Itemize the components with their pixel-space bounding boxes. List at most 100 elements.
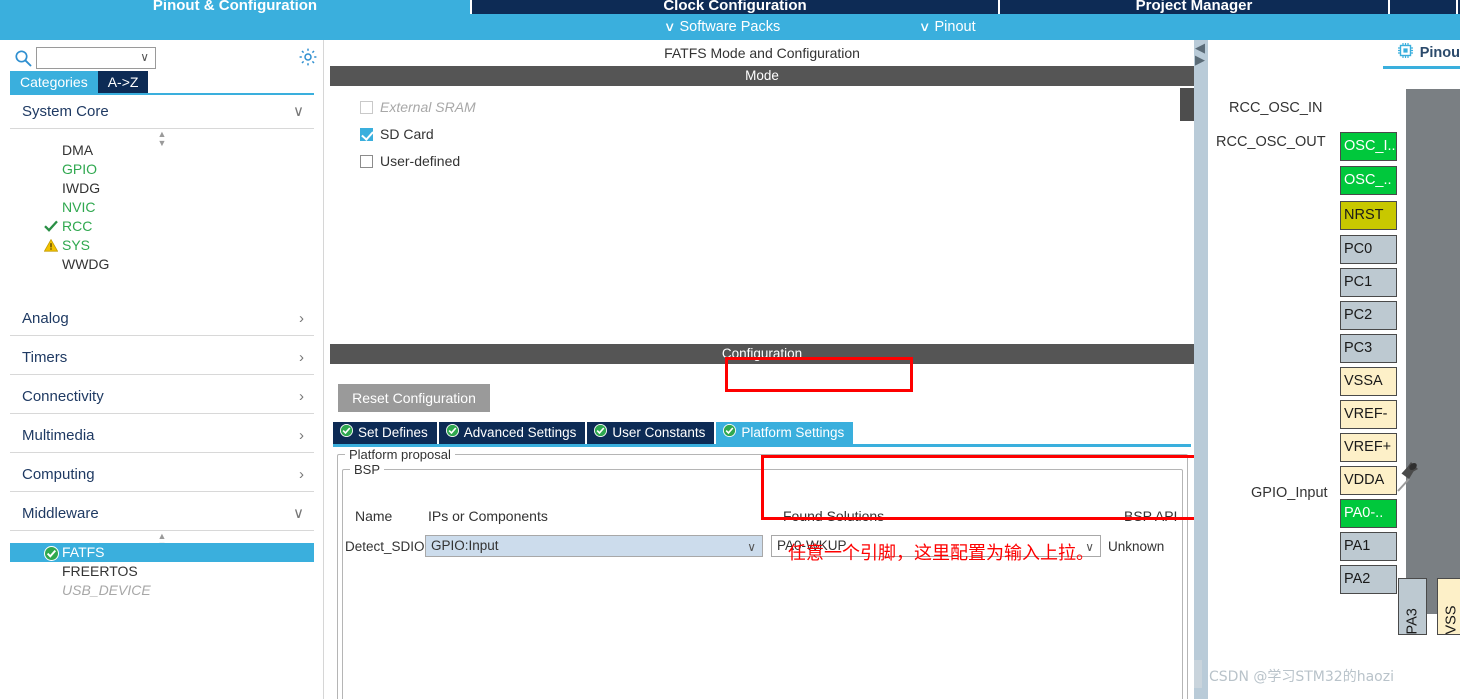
pin-pa1[interactable]: PA1 <box>1340 532 1397 561</box>
sidebar-item-fatfs[interactable]: FATFS <box>10 543 314 562</box>
chevron-right-icon: › <box>299 466 304 483</box>
pin-pa2[interactable]: PA2 <box>1340 565 1397 594</box>
category-header-middleware[interactable]: Middleware ∨ <box>10 497 314 531</box>
pin-vss[interactable]: VSS <box>1437 578 1460 635</box>
category-label: Computing <box>22 466 95 483</box>
tab-clock-configuration[interactable]: Clock Configuration <box>472 0 1000 14</box>
configuration-tab-bar: Set Defines Advanced Settings User Const… <box>333 422 854 444</box>
search-icon[interactable] <box>14 49 32 67</box>
category-header-system-core[interactable]: System Core ∨ <box>10 95 314 129</box>
tab-label: Platform Settings <box>741 425 845 440</box>
tab-advanced-settings[interactable]: Advanced Settings <box>438 422 588 444</box>
annotation-text: 任意一个引脚，这里配置为输入上拉。 <box>788 543 1094 564</box>
tab-platform-settings[interactable]: Platform Settings <box>716 422 854 444</box>
category-header-timers[interactable]: Timers › <box>10 341 314 375</box>
pin-vdda[interactable]: VDDA <box>1340 466 1397 495</box>
pin-pa3[interactable]: PA3 <box>1398 578 1427 635</box>
mode-option-label: User-defined <box>380 153 461 169</box>
pin-vref-plus[interactable]: VREF+ <box>1340 433 1397 462</box>
component-sidebar: ∨ Categories A->Z System Core ∨ ▲ ▼ DMA G… <box>0 40 324 699</box>
panel-splitter[interactable]: ◀ ▶ <box>1194 40 1208 699</box>
category-list[interactable]: System Core ∨ ▲▼ DMA GPIO IWDG NVIC RCC <box>10 95 314 699</box>
checkbox-user-defined[interactable] <box>360 155 373 168</box>
category-label: Middleware <box>22 505 99 522</box>
checkbox-external-sram[interactable] <box>360 101 373 114</box>
tab-extra[interactable] <box>1390 0 1458 14</box>
pin-osc-in[interactable]: OSC_I.. <box>1340 132 1397 161</box>
chevron-down-icon: ∨ <box>663 19 676 34</box>
sidebar-item-freertos[interactable]: FREERTOS <box>10 562 314 581</box>
category-header-connectivity[interactable]: Connectivity › <box>10 380 314 414</box>
pin-pc0[interactable]: PC0 <box>1340 235 1397 264</box>
ips-components-dropdown[interactable]: GPIO:Input ∨ <box>425 535 763 557</box>
category-header-analog[interactable]: Analog › <box>10 302 314 336</box>
check-circle-icon <box>445 422 459 444</box>
tab-user-constants[interactable]: User Constants <box>587 422 717 444</box>
mode-spacer <box>330 232 1194 344</box>
item-label: GPIO <box>62 161 98 177</box>
pin-pc1[interactable]: PC1 <box>1340 268 1397 297</box>
pin-vssa[interactable]: VSSA <box>1340 367 1397 396</box>
category-body-system-core: ▲ ▼ DMA GPIO IWDG NVIC RCC SYS WWDG <box>10 129 314 280</box>
ips-components-value: GPIO:Input <box>431 538 499 553</box>
pin-label: PA3 <box>1404 608 1421 635</box>
sidebar-item-sys[interactable]: SYS <box>10 236 314 255</box>
collapse-panel-tab[interactable] <box>1180 88 1194 121</box>
check-circle-icon <box>340 422 353 444</box>
tab-a-to-z[interactable]: A->Z <box>97 71 149 93</box>
chevron-down-icon: ∨ <box>918 19 931 34</box>
pinout-view-header[interactable]: Pinou <box>1397 42 1460 64</box>
item-label: USB_DEVICE <box>62 582 151 598</box>
tab-label: User Constants <box>612 425 706 440</box>
chevron-right-icon: › <box>299 427 304 444</box>
checkbox-sd-card[interactable] <box>360 128 373 141</box>
pin-pc2[interactable]: PC2 <box>1340 301 1397 330</box>
tab-pinout-configuration[interactable]: Pinout & Configuration <box>0 0 472 14</box>
expand-right-icon[interactable]: ▶ <box>1195 53 1205 66</box>
item-label: DMA <box>62 142 94 158</box>
item-label: WWDG <box>62 256 110 272</box>
tab-categories[interactable]: Categories <box>10 71 98 93</box>
check-circle-icon <box>594 422 608 444</box>
category-header-computing[interactable]: Computing › <box>10 458 314 492</box>
reset-configuration-button[interactable]: Reset Configuration <box>338 384 490 412</box>
gear-icon[interactable] <box>298 47 318 67</box>
scroll-updown-icon[interactable]: ▲▼ <box>10 531 314 550</box>
column-header-ips-components: IPs or Components <box>428 508 548 524</box>
sidebar-item-dma[interactable]: DMA <box>10 141 314 160</box>
chevron-down-icon: ∨ <box>293 505 304 522</box>
category-header-multimedia[interactable]: Multimedia › <box>10 419 314 453</box>
bsp-row-name: Detect_SDIO <box>345 539 425 554</box>
tab-set-defines[interactable]: Set Defines <box>333 422 439 444</box>
chevron-down-icon: ∨ <box>747 540 756 554</box>
mode-option-sd-card[interactable]: SD Card <box>330 125 1194 152</box>
search-row: ∨ <box>0 44 324 72</box>
pin-nrst[interactable]: NRST <box>1340 201 1397 230</box>
warning-icon <box>44 236 60 255</box>
mode-option-external-sram[interactable]: External SRAM <box>330 98 1194 125</box>
pin-pc3[interactable]: PC3 <box>1340 334 1397 363</box>
chevron-right-icon: › <box>299 388 304 405</box>
sidebar-item-iwdg[interactable]: IWDG <box>10 179 314 198</box>
sidebar-item-usb-device[interactable]: USB_DEVICE <box>10 581 314 600</box>
item-label: SYS <box>62 237 91 253</box>
pin-pa0-wkup[interactable]: PA0-.. <box>1340 499 1397 528</box>
sidebar-item-gpio[interactable]: GPIO <box>10 160 314 179</box>
configuration-tab-underline <box>333 444 1191 447</box>
pinout-menu[interactable]: ∨ Pinout <box>918 18 976 36</box>
tab-project-manager[interactable]: Project Manager <box>1000 0 1390 14</box>
software-packs-menu[interactable]: ∨ Software Packs <box>663 18 780 36</box>
highlight-box-platform-settings-tab <box>725 357 913 392</box>
configuration-section-body: Reset Configuration Set Defines Advanced… <box>330 364 1194 699</box>
pin-osc-out[interactable]: OSC_.. <box>1340 166 1397 195</box>
bsp-api-value: Unknown <box>1108 539 1165 554</box>
sidebar-item-rcc[interactable]: RCC <box>10 217 314 236</box>
sidebar-item-wwdg[interactable]: WWDG <box>10 255 314 274</box>
mode-option-user-defined[interactable]: User-defined <box>330 152 1194 179</box>
sidebar-item-nvic[interactable]: NVIC <box>10 198 314 217</box>
search-input[interactable]: ∨ <box>36 47 156 69</box>
mode-section-body: External SRAM SD Card User-defined <box>330 86 1194 232</box>
pin-vref-minus[interactable]: VREF- <box>1340 400 1397 429</box>
mode-option-label: External SRAM <box>380 99 476 115</box>
scroll-updown-icon[interactable]: ▲▼ <box>10 129 314 148</box>
